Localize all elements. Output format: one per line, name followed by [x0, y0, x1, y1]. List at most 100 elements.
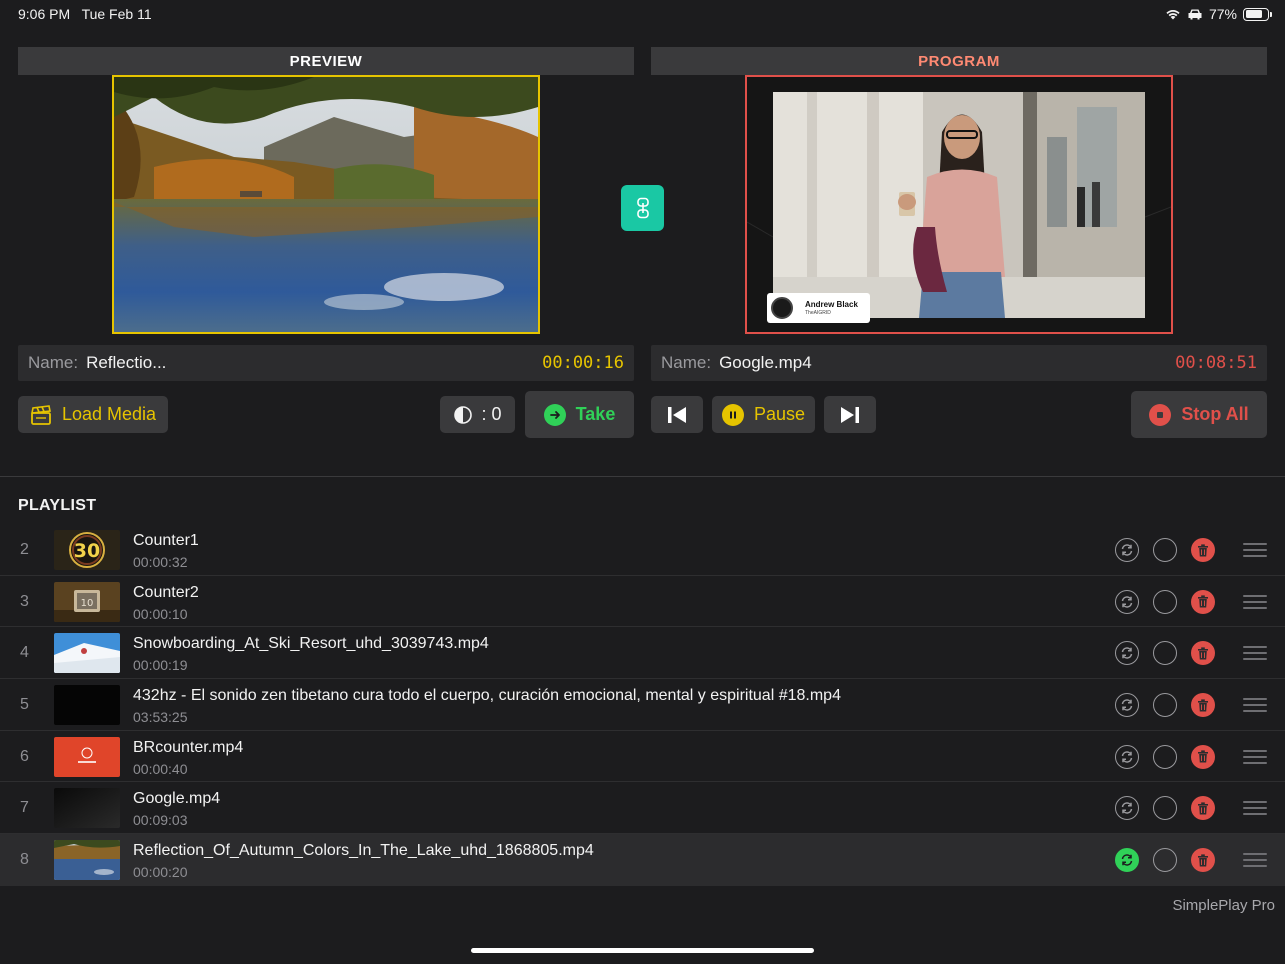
- playlist-item-number: 2: [20, 541, 29, 558]
- playlist-row[interactable]: 7 Google.mp4 00:09:03: [0, 782, 1285, 835]
- wifi-icon: [1166, 10, 1180, 20]
- playlist-item-title: Counter2: [133, 583, 199, 601]
- status-time-date: 9:06 PM Tue Feb 11: [18, 6, 152, 22]
- playlist-row[interactable]: 8 Reflection_Of_Autumn_Colors_In_The_Lake…: [0, 834, 1285, 886]
- drag-handle-icon[interactable]: [1243, 543, 1267, 557]
- drag-handle-icon[interactable]: [1243, 853, 1267, 868]
- trash-icon[interactable]: [1191, 796, 1215, 821]
- loop-icon[interactable]: [1115, 796, 1139, 821]
- playlist-row[interactable]: 3 10 Counter2 00:00:10: [0, 576, 1285, 628]
- pause-circle-icon: [721, 403, 744, 426]
- home-indicator[interactable]: [471, 948, 814, 953]
- radio-circle-icon[interactable]: [1153, 848, 1177, 873]
- playlist-row[interactable]: 6 BRcounter.mp4 00:00:40: [0, 731, 1285, 783]
- take-button[interactable]: Take: [525, 391, 634, 438]
- lower-third: Andrew Black TheAIGRID: [767, 293, 870, 323]
- drag-handle-icon[interactable]: [1243, 749, 1267, 764]
- status-right: 77%: [1165, 6, 1272, 22]
- playlist-thumbnail[interactable]: [54, 685, 120, 726]
- playlist-item-duration: 00:00:20: [133, 864, 188, 881]
- playlist-item-duration: 00:00:40: [133, 760, 188, 777]
- drag-handle-icon[interactable]: [1243, 646, 1267, 661]
- playlist-thumbnail[interactable]: [54, 840, 120, 881]
- playlist-item-title: Snowboarding_At_Ski_Resort_uhd_3039743.m…: [133, 635, 489, 653]
- playlist-thumbnail[interactable]: 10: [54, 581, 120, 622]
- playlist-row[interactable]: 5 432hz - El sonido zen tibetano cura tod…: [0, 679, 1285, 731]
- playlist-row[interactable]: 4 Snowboarding_At_Ski_Resort_uhd_3039743.…: [0, 627, 1285, 680]
- loop-icon[interactable]: [1115, 744, 1139, 769]
- loop-icon[interactable]: [1115, 589, 1139, 614]
- program-name-label: Name:: [661, 353, 712, 372]
- status-date: Tue Feb 11: [81, 6, 152, 22]
- program-name-value: Google.mp4: [719, 353, 812, 372]
- playlist-item-actions: [1115, 641, 1215, 666]
- trash-icon[interactable]: [1191, 538, 1215, 562]
- lower-third-name: Andrew Black: [805, 299, 858, 309]
- playlist-item-actions: [1115, 744, 1215, 769]
- preview-timecode: 00:00:16: [542, 353, 624, 373]
- playlist-row[interactable]: 2 30 Counter1 00:00:32: [0, 524, 1285, 576]
- radio-circle-icon[interactable]: [1153, 744, 1177, 769]
- trash-icon[interactable]: [1191, 848, 1215, 873]
- link-preview-program-button[interactable]: [621, 185, 664, 231]
- take-label: Take: [575, 404, 616, 424]
- pause-label: Pause: [753, 404, 806, 424]
- playlist-thumbnail[interactable]: [54, 736, 120, 777]
- stop-circle-icon: [1149, 403, 1172, 426]
- load-media-button[interactable]: Load Media: [18, 396, 168, 433]
- link-icon: [636, 197, 649, 219]
- pause-button[interactable]: Pause: [712, 396, 815, 433]
- svg-text:10: 10: [81, 598, 94, 609]
- playlist-item-title: 432hz - El sonido zen tibetano cura todo…: [133, 687, 841, 705]
- playlist-item-actions: [1115, 848, 1215, 873]
- playlist-thumbnail[interactable]: [54, 633, 120, 674]
- previous-button[interactable]: [651, 396, 703, 433]
- playlist-item-actions: [1115, 796, 1215, 821]
- loop-icon[interactable]: [1115, 641, 1139, 666]
- preview-name-value: Reflectio...: [86, 353, 167, 372]
- status-bar: 9:06 PM Tue Feb 11 77%: [0, 0, 1285, 30]
- svg-text:30: 30: [74, 540, 100, 562]
- trash-icon[interactable]: [1191, 589, 1215, 614]
- playlist-item-duration: 00:00:10: [133, 605, 188, 622]
- playlist-thumbnail[interactable]: 30: [54, 530, 120, 570]
- playlist-item-duration: 00:00:32: [133, 554, 188, 570]
- radio-circle-icon[interactable]: [1153, 796, 1177, 821]
- drag-handle-icon[interactable]: [1243, 698, 1267, 713]
- program-info-bar: Name: Google.mp4 00:08:51: [651, 345, 1267, 381]
- trash-icon[interactable]: [1191, 693, 1215, 718]
- drag-handle-icon[interactable]: [1243, 594, 1267, 609]
- loop-icon[interactable]: [1115, 538, 1139, 562]
- transition-mix-value: : 0: [481, 404, 502, 424]
- playlist-item-title: Google.mp4: [133, 790, 221, 808]
- loop-icon[interactable]: [1115, 693, 1139, 718]
- radio-circle-icon[interactable]: [1153, 693, 1177, 718]
- radio-circle-icon[interactable]: [1153, 641, 1177, 666]
- preview-name-label: Name:: [28, 353, 79, 372]
- lower-third-avatar: [771, 297, 793, 319]
- playlist-item-number: 8: [20, 851, 29, 869]
- playlist-item-title: Counter1: [133, 532, 199, 549]
- trash-icon[interactable]: [1191, 744, 1215, 769]
- playlist-item-title: Reflection_Of_Autumn_Colors_In_The_Lake_…: [133, 842, 594, 860]
- transition-mix-button[interactable]: : 0: [440, 396, 515, 433]
- car-icon: [1188, 9, 1202, 20]
- preview-info-bar: Name: Reflectio... 00:00:16: [18, 345, 634, 381]
- monitor-section: PREVIEW PROGRAM Andrew Black TheAIGRID N…: [0, 30, 1285, 458]
- status-time: 9:06 PM: [18, 6, 71, 22]
- radio-circle-icon[interactable]: [1153, 589, 1177, 614]
- next-button[interactable]: [824, 396, 876, 433]
- loop-icon[interactable]: [1115, 848, 1139, 873]
- program-monitor[interactable]: Andrew Black TheAIGRID: [745, 75, 1173, 334]
- playlist-thumbnail[interactable]: [54, 788, 120, 829]
- stop-all-button[interactable]: Stop All: [1131, 391, 1267, 438]
- preview-monitor[interactable]: [112, 75, 540, 334]
- skip-back-icon: [668, 406, 686, 423]
- playlist-item-duration: 00:00:19: [133, 657, 188, 674]
- battery-icon: [1243, 7, 1272, 21]
- radio-circle-icon[interactable]: [1153, 538, 1177, 562]
- trash-icon[interactable]: [1191, 641, 1215, 666]
- drag-handle-icon[interactable]: [1243, 801, 1267, 816]
- section-divider: [0, 476, 1285, 477]
- playlist-title: PLAYLIST: [18, 497, 97, 514]
